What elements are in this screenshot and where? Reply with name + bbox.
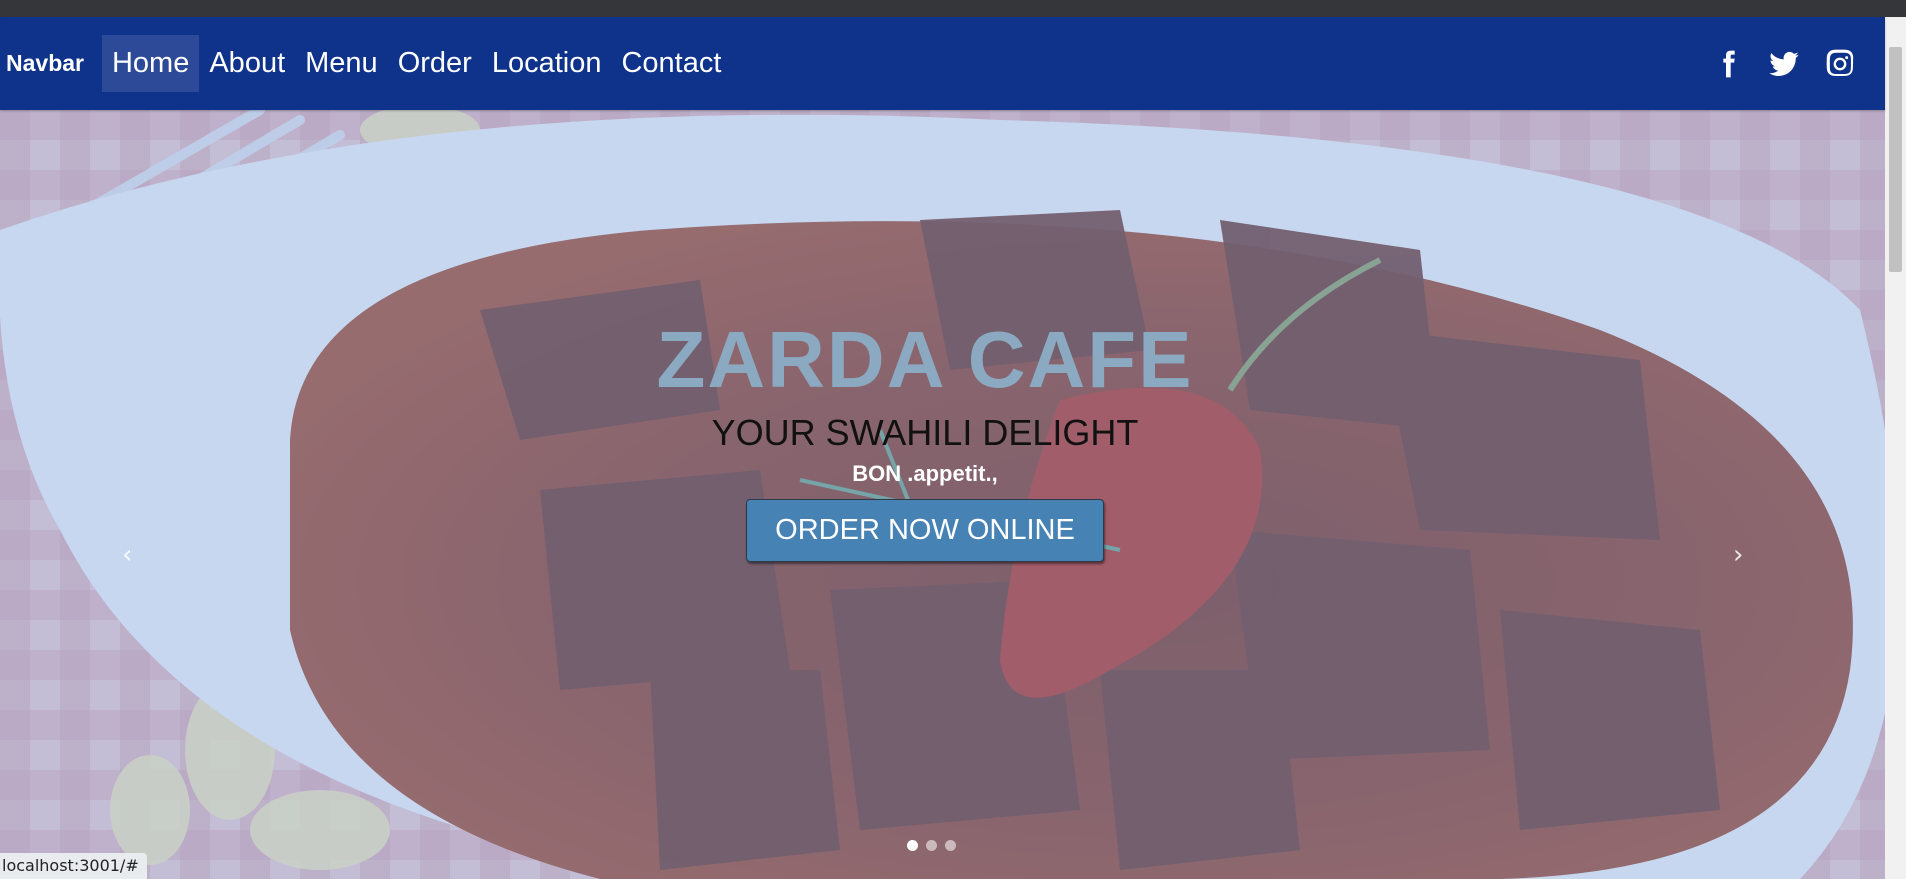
carousel-indicator-1[interactable] — [907, 840, 918, 851]
hero-caption: ZARDA CAFE YOUR SWAHILI DELIGHT BON .app… — [600, 315, 1250, 562]
hero-title: ZARDA CAFE — [656, 315, 1194, 404]
browser-status-url: localhost:3001/# — [0, 853, 147, 879]
nav-link-menu[interactable]: Menu — [295, 35, 388, 92]
nav-link-contact[interactable]: Contact — [611, 35, 731, 92]
page-scrollbar[interactable] — [1885, 17, 1906, 879]
nav-link-about[interactable]: About — [199, 35, 295, 92]
carousel-indicator-3[interactable] — [945, 840, 956, 851]
hero-subtitle: YOUR SWAHILI DELIGHT — [711, 412, 1139, 453]
instagram-icon[interactable] — [1823, 47, 1857, 81]
carousel-indicators — [907, 840, 956, 851]
hero-carousel: ZARDA CAFE YOUR SWAHILI DELIGHT BON .app… — [0, 110, 1885, 879]
twitter-icon[interactable] — [1767, 47, 1801, 81]
carousel-indicator-2[interactable] — [926, 840, 937, 851]
carousel-prev-icon[interactable]: ‹ — [122, 540, 132, 570]
nav-links: Home About Menu Order Location Contact — [101, 17, 731, 110]
nav-link-home[interactable]: Home — [101, 35, 200, 92]
hero-tagline: BON .appetit., — [852, 461, 998, 486]
carousel-next-icon[interactable]: › — [1733, 540, 1743, 570]
navbar: Navbar Home About Menu Order Location Co… — [0, 17, 1885, 110]
nav-link-order[interactable]: Order — [388, 35, 482, 92]
scrollbar-thumb[interactable] — [1889, 47, 1902, 272]
facebook-icon[interactable] — [1711, 47, 1745, 81]
order-now-button[interactable]: ORDER NOW ONLINE — [746, 499, 1104, 562]
nav-link-location[interactable]: Location — [482, 35, 612, 92]
browser-top-strip — [0, 0, 1906, 17]
social-links — [1711, 47, 1857, 81]
navbar-brand[interactable]: Navbar — [6, 50, 84, 77]
